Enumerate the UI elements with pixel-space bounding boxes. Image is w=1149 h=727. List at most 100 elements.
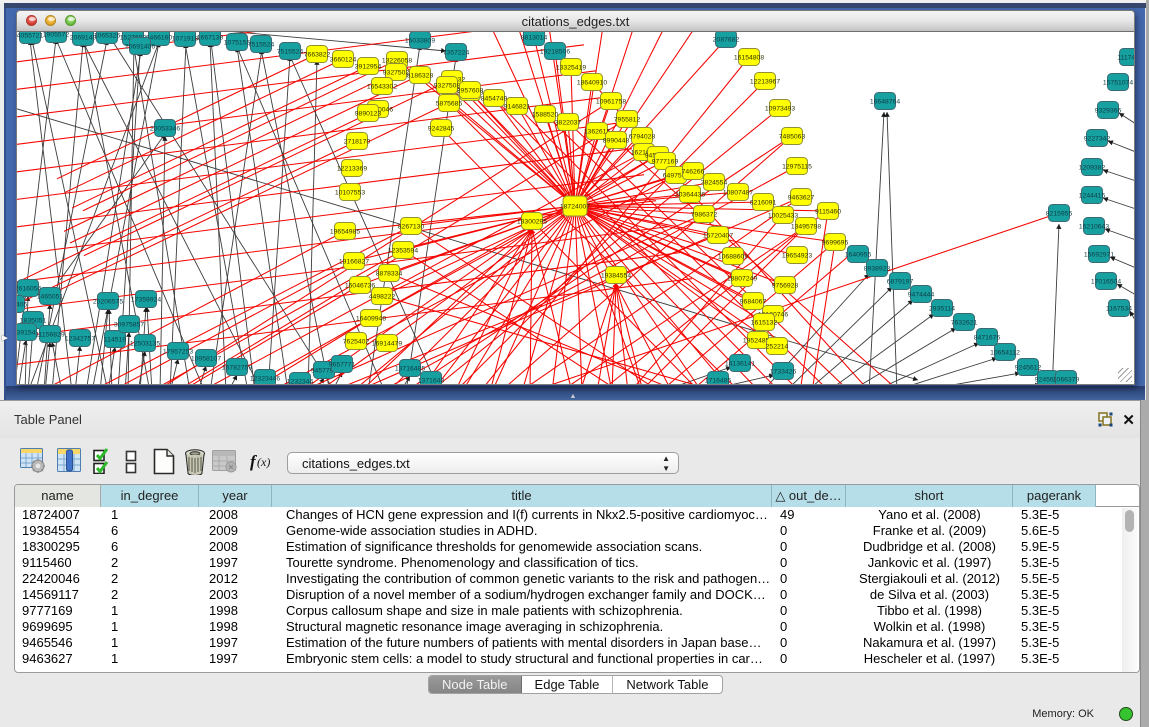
svg-text:7357224: 7357224 <box>443 50 470 57</box>
svg-text:10958107: 10958107 <box>191 356 221 363</box>
svg-text:20364436: 20364436 <box>675 192 705 199</box>
svg-text:114519: 114519 <box>104 337 126 344</box>
svg-text:18724007: 18724007 <box>560 204 590 211</box>
svg-text:1465051: 1465051 <box>37 294 64 301</box>
svg-text:1615132: 1615132 <box>751 320 778 327</box>
svg-text:18807249: 18807249 <box>727 276 757 283</box>
svg-text:746266: 746266 <box>682 169 705 176</box>
svg-text:7955812: 7955812 <box>614 117 641 124</box>
svg-text:1733426: 1733426 <box>770 369 797 376</box>
svg-text:10654112: 10654112 <box>990 350 1020 357</box>
svg-text:1371648: 1371648 <box>418 378 445 385</box>
svg-text:3824554: 3824554 <box>701 180 728 187</box>
svg-text:2069140: 2069140 <box>70 35 97 42</box>
svg-text:12342757: 12342757 <box>65 336 95 343</box>
svg-text:1905572: 1905572 <box>43 32 70 39</box>
svg-text:2718170: 2718170 <box>344 139 371 146</box>
svg-text:9463627: 9463627 <box>788 195 815 202</box>
svg-text:18640910: 18640910 <box>577 80 607 87</box>
svg-text:1244415: 1244415 <box>1079 193 1106 200</box>
svg-text:9756928: 9756928 <box>772 283 799 290</box>
svg-text:1588520: 1588520 <box>532 112 559 119</box>
svg-text:12213369: 12213369 <box>337 166 367 173</box>
svg-text:9146821: 9146821 <box>504 104 531 111</box>
svg-text:(x): (x) <box>257 455 270 469</box>
svg-text:1640955: 1640955 <box>845 252 872 259</box>
svg-text:39154: 39154 <box>17 330 36 337</box>
svg-text:9684067: 9684067 <box>740 299 767 306</box>
svg-text:20053346: 20053346 <box>150 126 180 133</box>
svg-text:16648764: 16648764 <box>870 99 900 106</box>
svg-text:10107553: 10107553 <box>335 190 365 197</box>
svg-text:2616054: 2616054 <box>17 286 41 293</box>
svg-text:6879197: 6879197 <box>887 279 914 286</box>
svg-text:13325419: 13325419 <box>556 65 586 72</box>
svg-text:14136141: 14136141 <box>725 361 755 368</box>
svg-text:20206575: 20206575 <box>93 299 123 306</box>
svg-text:12975115: 12975115 <box>782 164 812 171</box>
svg-text:6794028: 6794028 <box>629 134 656 141</box>
svg-text:19384554: 19384554 <box>601 273 631 280</box>
svg-text:7632621: 7632621 <box>951 320 978 327</box>
svg-text:9777169: 9777169 <box>652 159 679 166</box>
svg-text:17957253: 17957253 <box>163 349 193 356</box>
svg-text:16782759: 16782759 <box>222 365 252 372</box>
svg-text:16033809: 16033809 <box>405 38 435 45</box>
svg-text:16046736: 16046736 <box>345 283 375 290</box>
svg-text:8878334: 8878334 <box>376 271 403 278</box>
svg-text:8215955: 8215955 <box>1046 211 1073 218</box>
svg-text:1667138: 1667138 <box>197 35 224 42</box>
svg-text:19218506: 19218506 <box>540 49 570 56</box>
svg-text:9890123: 9890123 <box>355 111 382 118</box>
svg-text:9329366: 9329366 <box>1095 108 1122 115</box>
svg-text:13495798: 13495798 <box>791 224 821 231</box>
svg-text:1066379: 1066379 <box>1053 377 1080 384</box>
svg-text:9699695: 9699695 <box>822 240 849 247</box>
svg-text:8938923: 8938923 <box>864 266 891 273</box>
svg-text:30975857: 30975857 <box>114 322 144 329</box>
svg-text:1232344: 1232344 <box>287 379 314 385</box>
svg-text:16154808: 16154808 <box>734 55 764 62</box>
svg-text:6216091: 6216091 <box>750 200 777 207</box>
svg-text:1075155: 1075155 <box>224 40 251 47</box>
svg-text:1071918: 1071918 <box>172 36 199 43</box>
svg-text:16914479: 16914479 <box>372 341 402 348</box>
svg-text:15720407: 15720407 <box>703 233 733 240</box>
svg-text:9115460: 9115460 <box>815 209 841 216</box>
svg-text:13716485: 13716485 <box>395 366 425 373</box>
svg-text:10807487: 10807487 <box>723 190 753 197</box>
svg-text:7663822: 7663822 <box>304 52 331 59</box>
svg-text:9657771: 9657771 <box>329 362 356 369</box>
svg-text:9474444: 9474444 <box>908 292 935 299</box>
svg-text:1716485: 1716485 <box>705 378 732 385</box>
svg-text:4498222: 4498222 <box>369 294 396 301</box>
svg-text:12213967: 12213967 <box>750 79 780 86</box>
svg-text:19654985: 19654985 <box>330 229 360 236</box>
svg-text:18300295: 18300295 <box>517 219 547 226</box>
svg-text:4055721: 4055721 <box>17 33 43 40</box>
svg-text:5875685: 5875685 <box>436 101 463 108</box>
svg-text:19166827: 19166827 <box>339 259 369 266</box>
svg-text:3660124: 3660124 <box>330 57 357 64</box>
svg-text:17359924: 17359924 <box>131 297 161 304</box>
svg-text:3915405: 3915405 <box>17 302 27 309</box>
svg-text:8267130: 8267130 <box>398 224 425 231</box>
svg-text:9245612: 9245612 <box>1015 365 1042 372</box>
svg-text:252214: 252214 <box>766 344 789 351</box>
svg-text:10973493: 10973493 <box>765 106 795 113</box>
svg-text:10961758: 10961758 <box>596 99 626 106</box>
svg-text:15692971: 15692971 <box>1084 252 1114 259</box>
svg-text:1065326: 1065326 <box>94 33 121 40</box>
svg-text:8454749: 8454749 <box>481 96 508 103</box>
svg-text:7625402: 7625402 <box>343 339 370 346</box>
svg-text:9227342: 9227342 <box>1084 136 1111 143</box>
svg-text:10688609: 10688609 <box>718 254 748 261</box>
svg-text:7515524: 7515524 <box>277 49 304 56</box>
svg-text:8186328: 8186328 <box>407 73 434 80</box>
svg-text:7515524: 7515524 <box>248 42 275 49</box>
svg-text:1209382: 1209382 <box>1079 165 1106 172</box>
svg-text:16210643: 16210643 <box>1079 224 1109 231</box>
svg-text:20691406: 20691406 <box>125 44 155 51</box>
svg-text:10025433: 10025433 <box>768 213 798 220</box>
svg-text:7485063: 7485063 <box>779 134 806 141</box>
